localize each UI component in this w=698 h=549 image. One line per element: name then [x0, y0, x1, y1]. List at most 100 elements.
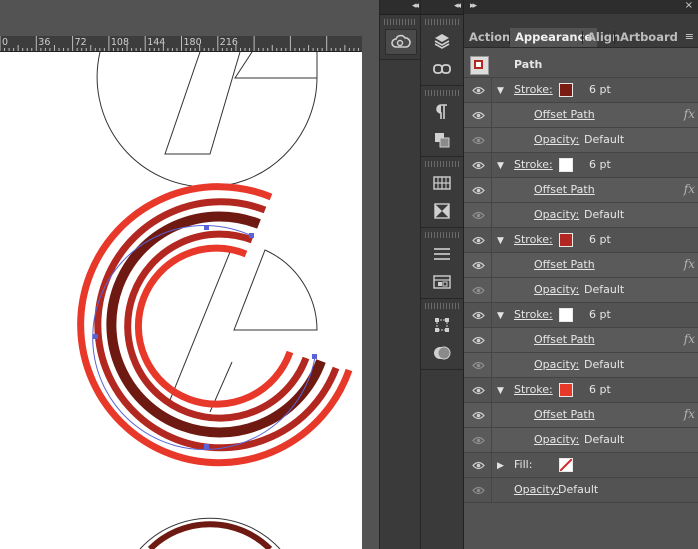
offset-path-effect-link[interactable]: Offset Path — [534, 183, 595, 196]
panel-close-icon[interactable]: × — [685, 0, 693, 11]
appearance-path-opacity-row[interactable]: Opacity: Default — [464, 478, 698, 503]
appearance-effect-row[interactable]: Offset Path fx — [464, 328, 698, 353]
appearance-opacity-row[interactable]: Opacity: Default — [464, 128, 698, 153]
appearance-effect-row[interactable]: Offset Path fx — [464, 103, 698, 128]
align-lines-button[interactable] — [427, 242, 457, 266]
fx-icon[interactable]: fx — [684, 107, 695, 121]
stroke-color-swatch[interactable] — [559, 158, 573, 172]
appearance-opacity-row[interactable]: Opacity: Default — [464, 353, 698, 378]
appearance-effect-row[interactable]: Offset Path fx — [464, 178, 698, 203]
stroke-weight[interactable]: 6 pt — [589, 158, 611, 171]
fill-label[interactable]: Fill: — [514, 458, 532, 471]
stroke-color-swatch[interactable] — [559, 83, 573, 97]
opacity-label[interactable]: Opacity: — [534, 283, 579, 296]
stroke-weight[interactable]: 6 pt — [589, 383, 611, 396]
appearance-effect-row[interactable]: Offset Path fx — [464, 253, 698, 278]
disclosure-triangle-icon[interactable]: ▼ — [497, 386, 504, 396]
offset-path-effect-link[interactable]: Offset Path — [534, 108, 595, 121]
visibility-eye-icon[interactable] — [472, 136, 485, 145]
visibility-eye-icon[interactable] — [472, 86, 485, 95]
disclosure-triangle-icon[interactable]: ▼ — [497, 236, 504, 246]
horizontal-ruler[interactable]: 0 36 72 108 144 180 216 — [0, 36, 362, 52]
visibility-eye-icon[interactable] — [472, 161, 485, 170]
disclosure-triangle-icon[interactable]: ▼ — [497, 161, 504, 171]
anchor-point[interactable] — [204, 444, 209, 449]
anchor-point[interactable] — [204, 225, 209, 230]
stroke-label[interactable]: Stroke: — [514, 83, 553, 96]
tab-artboard[interactable]: Artboard — [615, 28, 683, 47]
appearance-opacity-row[interactable]: Opacity: Default — [464, 428, 698, 453]
outlined-glyph-middle[interactable] — [169, 249, 318, 413]
transparency-button[interactable] — [427, 199, 457, 223]
grip-handle[interactable] — [425, 19, 459, 25]
swatches-button[interactable] — [427, 171, 457, 195]
opacity-label[interactable]: Opacity: — [534, 433, 579, 446]
visibility-eye-icon[interactable] — [472, 311, 485, 320]
offset-path-effect-link[interactable]: Offset Path — [534, 408, 595, 421]
appearance-opacity-row[interactable]: Opacity: Default — [464, 278, 698, 303]
anchor-point[interactable] — [312, 354, 317, 359]
visibility-eye-icon[interactable] — [472, 486, 485, 495]
stroke-color-swatch[interactable] — [559, 383, 573, 397]
visibility-eye-icon[interactable] — [472, 211, 485, 220]
stroke-color-swatch[interactable] — [559, 308, 573, 322]
transform-button[interactable] — [427, 313, 457, 337]
visibility-eye-icon[interactable] — [472, 361, 485, 370]
visibility-eye-icon[interactable] — [472, 436, 485, 445]
visibility-eye-icon[interactable] — [472, 286, 485, 295]
disclosure-triangle-icon[interactable]: ▼ — [497, 311, 504, 321]
artwork[interactable] — [0, 52, 362, 549]
fx-icon[interactable]: fx — [684, 257, 695, 271]
paragraph-button[interactable] — [427, 100, 457, 124]
offset-path-effect-link[interactable]: Offset Path — [534, 333, 595, 346]
opacity-label[interactable]: Opacity: — [514, 483, 559, 496]
collapse-arrows-icon[interactable]: ▸▸ — [470, 1, 477, 11]
stroke-label[interactable]: Stroke: — [514, 308, 553, 321]
grip-handle[interactable] — [425, 90, 459, 96]
fx-icon[interactable]: fx — [684, 407, 695, 421]
links-button[interactable] — [427, 57, 457, 81]
appearance-stroke-row[interactable]: ▼ Stroke: 6 pt — [464, 153, 698, 178]
grip-handle[interactable] — [425, 303, 459, 309]
appearance-path-header[interactable]: Path — [464, 53, 698, 78]
anchor-point[interactable] — [93, 334, 98, 339]
appearance-effect-row[interactable]: Offset Path fx — [464, 403, 698, 428]
stroke-label[interactable]: Stroke: — [514, 158, 553, 171]
partial-glyph-bottom[interactable] — [139, 517, 281, 549]
stroke-label[interactable]: Stroke: — [514, 383, 553, 396]
appearance-stroke-row[interactable]: ▼ Stroke: 6 pt — [464, 78, 698, 103]
layers-button[interactable] — [427, 29, 457, 53]
fx-icon[interactable]: fx — [684, 182, 695, 196]
grip-handle[interactable] — [425, 161, 459, 167]
outlined-glyph-top[interactable] — [96, 52, 318, 188]
visibility-eye-icon[interactable] — [472, 186, 485, 195]
collapse-arrows-icon[interactable]: ◂◂ — [412, 1, 419, 11]
canvas-scrollbar[interactable] — [362, 36, 379, 549]
anchor-point[interactable] — [249, 233, 254, 238]
fx-icon[interactable]: fx — [684, 332, 695, 346]
creative-cloud-libraries-button[interactable] — [384, 29, 417, 55]
artboards-button[interactable] — [427, 270, 457, 294]
grip-handle[interactable] — [384, 19, 417, 25]
opacity-label[interactable]: Opacity: — [534, 133, 579, 146]
fill-none-swatch[interactable] — [559, 458, 573, 472]
opacity-label[interactable]: Opacity: — [534, 208, 579, 221]
visibility-eye-icon[interactable] — [472, 386, 485, 395]
disclosure-triangle-icon[interactable]: ▼ — [497, 86, 504, 96]
visibility-eye-icon[interactable] — [472, 411, 485, 420]
visibility-eye-icon[interactable] — [472, 236, 485, 245]
stroke-weight[interactable]: 6 pt — [589, 233, 611, 246]
artboard[interactable] — [0, 52, 362, 549]
stroke-weight[interactable]: 6 pt — [589, 308, 611, 321]
pathfinder-button[interactable] — [427, 128, 457, 152]
canvas-area[interactable]: 0 36 72 108 144 180 216 — [0, 0, 379, 549]
panel-menu-icon[interactable]: ≡ — [685, 30, 694, 43]
grip-handle[interactable] — [425, 232, 459, 238]
opacity-label[interactable]: Opacity: — [534, 358, 579, 371]
appearance-stroke-row[interactable]: ▼ Stroke: 6 pt — [464, 228, 698, 253]
appearance-stroke-row[interactable]: ▼ Stroke: 6 pt — [464, 303, 698, 328]
stroke-color-swatch[interactable] — [559, 233, 573, 247]
stroke-weight[interactable]: 6 pt — [589, 83, 611, 96]
visibility-eye-icon[interactable] — [472, 336, 485, 345]
offset-path-effect-link[interactable]: Offset Path — [534, 258, 595, 271]
